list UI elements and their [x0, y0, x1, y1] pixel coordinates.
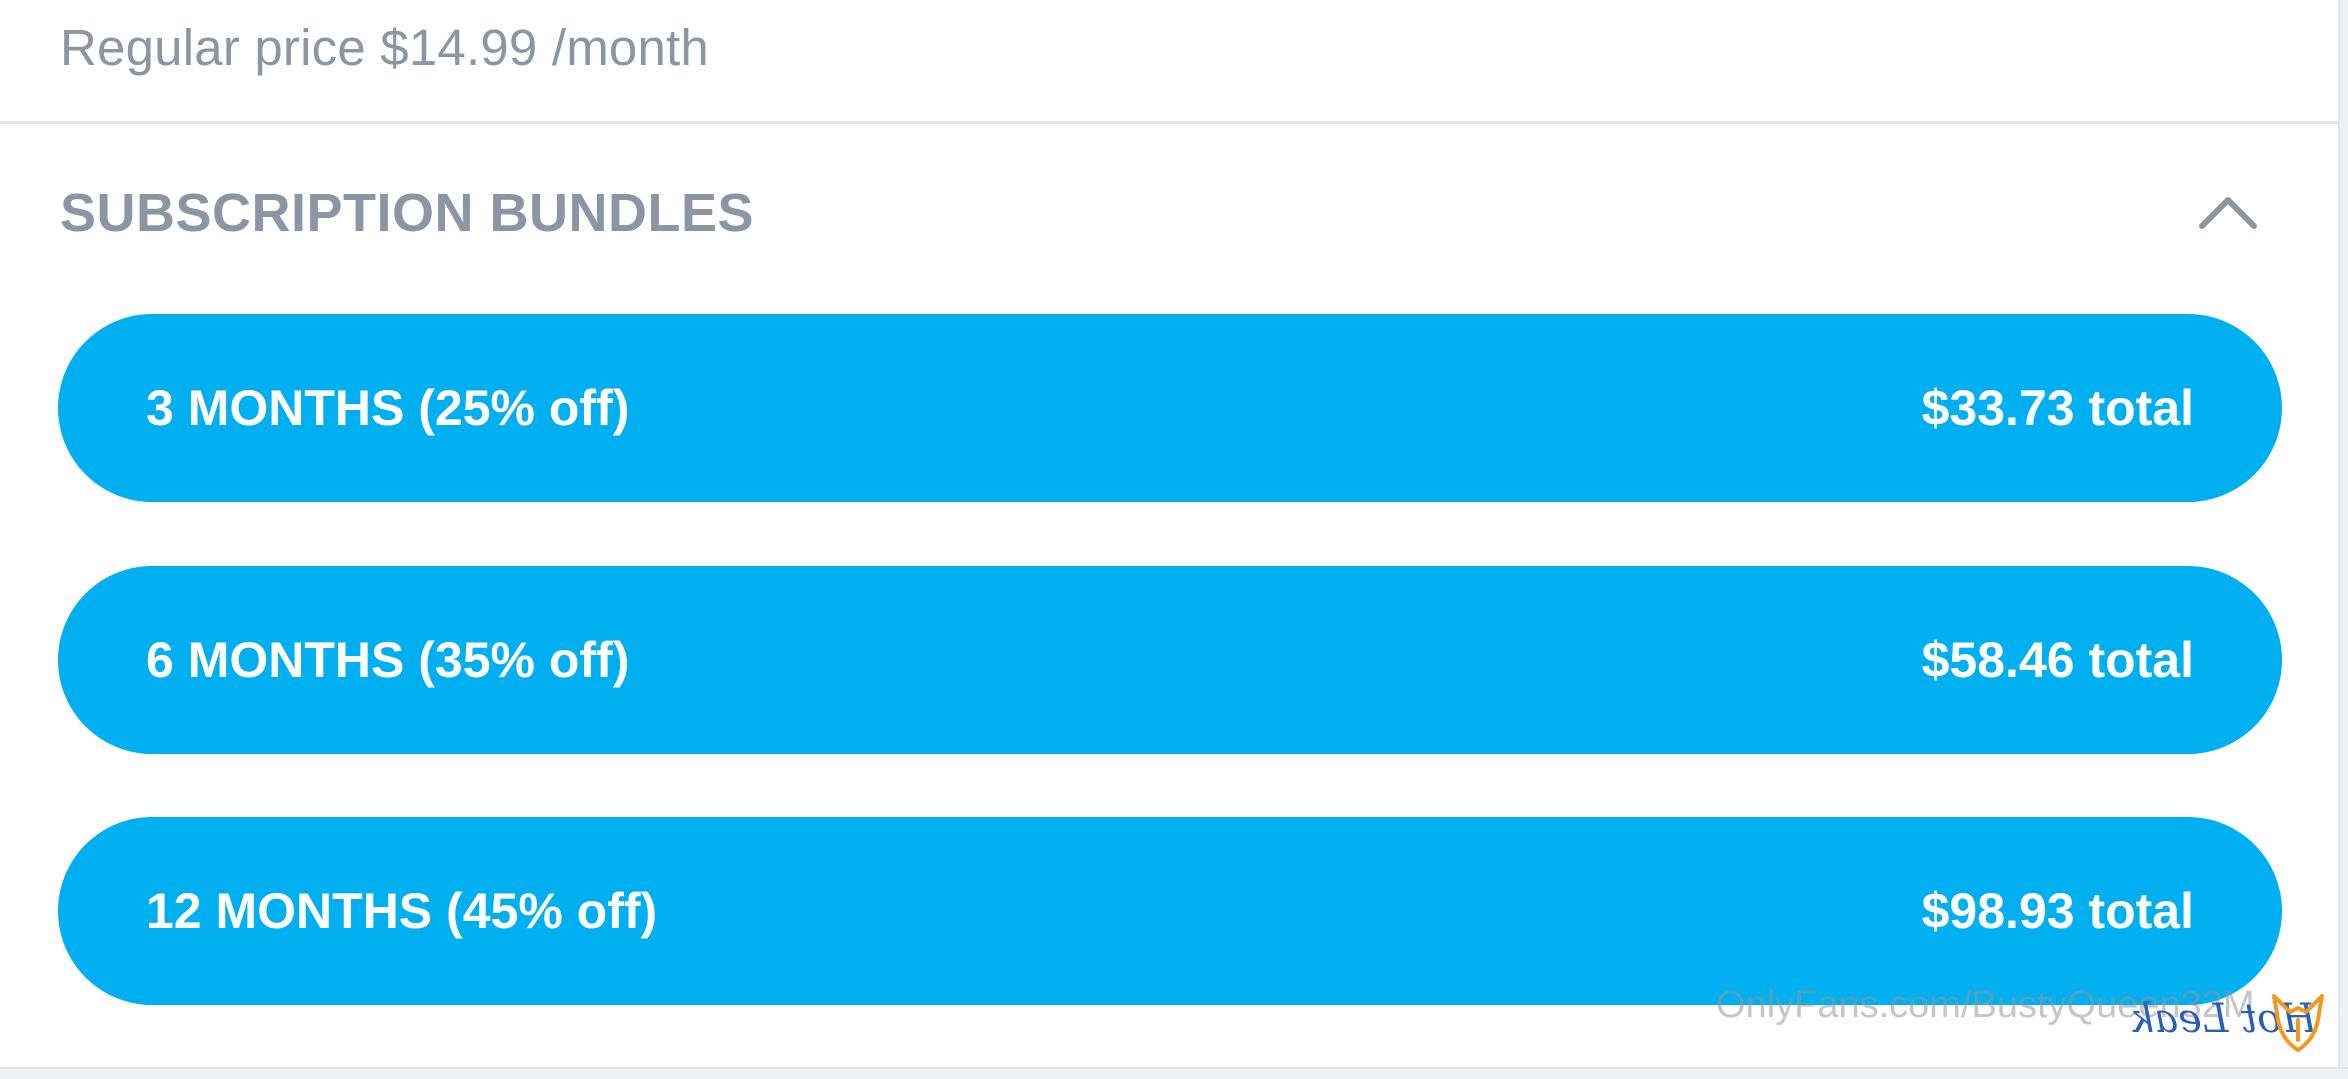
bundle-6-months-button[interactable]: 6 MONTHS (35% off) $58.46 total [58, 566, 2282, 754]
watermark-logo: Hot Leak [2130, 990, 2330, 1060]
bundle-label: 12 MONTHS (45% off) [146, 883, 658, 939]
bundle-total: $58.46 total [1921, 632, 2194, 688]
bundle-label: 3 MONTHS (25% off) [146, 380, 630, 436]
bundle-total: $33.73 total [1921, 380, 2194, 436]
bundle-total: $98.93 total [1921, 883, 2194, 939]
chevron-up-icon[interactable] [2196, 186, 2260, 236]
bottom-divider [0, 1067, 2348, 1079]
subscription-bundles-header[interactable]: SUBSCRIPTION BUNDLES [0, 160, 2338, 260]
regular-price-row: Regular price $14.99 /month [0, 0, 2338, 124]
bundle-3-months-button[interactable]: 3 MONTHS (25% off) $33.73 total [58, 314, 2282, 502]
regular-price-text: Regular price $14.99 /month [60, 19, 709, 76]
bundle-label: 6 MONTHS (35% off) [146, 632, 630, 688]
fox-logo-icon [2272, 994, 2324, 1052]
scrollbar-track[interactable] [2338, 0, 2348, 1079]
bundle-12-months-button[interactable]: 12 MONTHS (45% off) $98.93 total [58, 817, 2282, 1005]
subscription-panel: Regular price $14.99 /month SUBSCRIPTION… [0, 0, 2348, 1079]
section-title: SUBSCRIPTION BUNDLES [60, 183, 755, 243]
